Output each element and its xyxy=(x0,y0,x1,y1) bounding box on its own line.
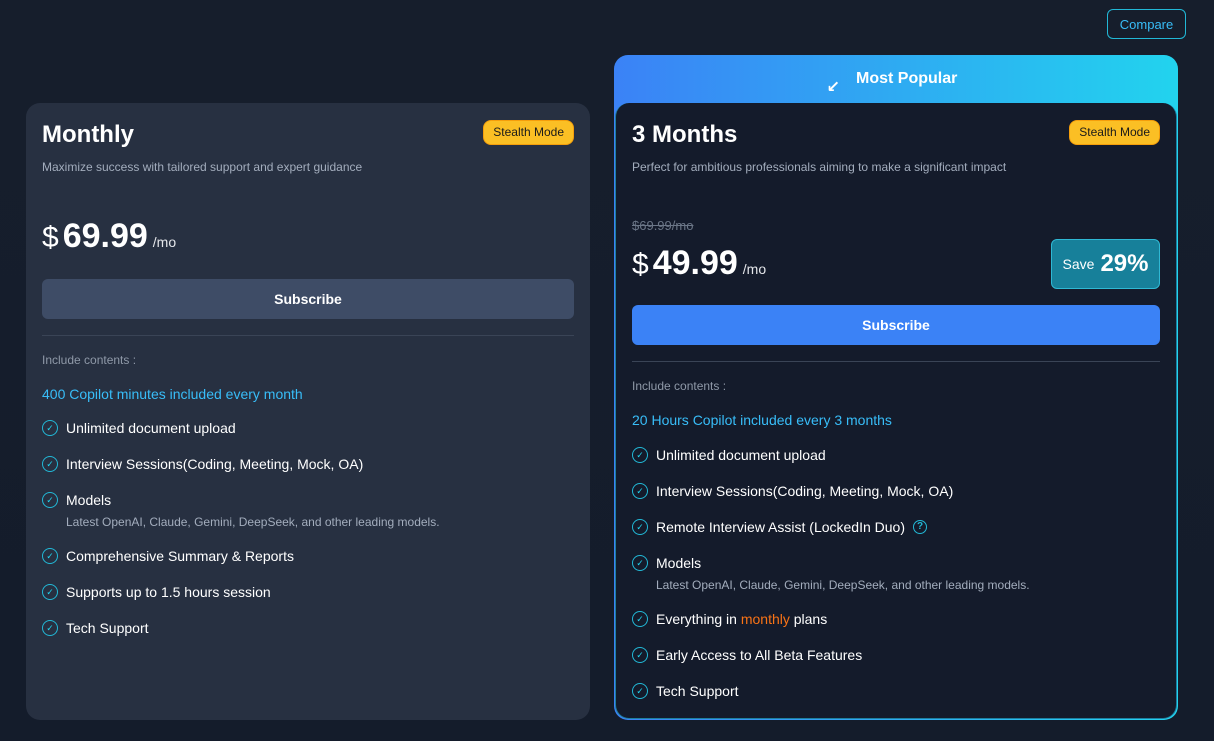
plan-description: Perfect for ambitious professionals aimi… xyxy=(632,160,1007,174)
check-icon: ✓ xyxy=(632,683,648,699)
feature-item: ✓ Tech Support xyxy=(42,620,149,636)
currency-symbol: $ xyxy=(42,221,59,254)
feature-text-part: Everything in xyxy=(656,611,741,627)
feature-item: ✓ Early Access to All Beta Features xyxy=(632,647,862,663)
feature-text: Remote Interview Assist (LockedIn Duo)? xyxy=(656,519,927,535)
feature-text: Early Access to All Beta Features xyxy=(656,647,863,663)
check-icon: ✓ xyxy=(42,584,58,600)
price-period: /mo xyxy=(742,261,767,277)
price: $ 49.99 /mo xyxy=(632,244,766,283)
price-amount: 49.99 xyxy=(652,244,738,282)
check-icon: ✓ xyxy=(42,620,58,636)
divider xyxy=(42,335,574,336)
check-icon: ✓ xyxy=(632,555,648,571)
stealth-mode-badge: Stealth Mode xyxy=(1069,120,1160,145)
feature-item: ✓ Supports up to 1.5 hours session xyxy=(42,584,271,600)
price-amount: 69.99 xyxy=(62,217,148,255)
check-icon: ✓ xyxy=(42,456,58,472)
feature-text: Unlimited document upload xyxy=(66,420,236,436)
feature-item: ✓ Interview Sessions(Coding, Meeting, Mo… xyxy=(42,456,363,472)
help-icon[interactable]: ? xyxy=(913,520,927,535)
ribbon-label: Most Popular xyxy=(856,70,958,87)
feature-label: Remote Interview Assist (LockedIn Duo) xyxy=(656,519,905,535)
check-icon: ✓ xyxy=(632,519,648,535)
plan-title: 3 Months xyxy=(632,121,738,148)
feature-text: Tech Support xyxy=(656,683,739,699)
save-badge: Save 29% xyxy=(1051,239,1160,289)
price: $ 69.99 /mo xyxy=(42,217,176,256)
divider xyxy=(632,361,1160,362)
check-icon: ✓ xyxy=(632,447,648,463)
check-icon: ✓ xyxy=(632,611,648,627)
subscribe-button[interactable]: Subscribe xyxy=(42,279,574,319)
feature-subtext: Latest OpenAI, Claude, Gemini, DeepSeek,… xyxy=(66,515,440,529)
plan-card-monthly: Monthly Stealth Mode Maximize success wi… xyxy=(26,103,590,720)
highlight-feature: 400 Copilot minutes included every month xyxy=(42,386,303,402)
curved-arrow-icon: ↙ xyxy=(826,79,841,96)
check-icon: ✓ xyxy=(42,492,58,508)
include-label: Include contents : xyxy=(42,353,137,367)
feature-item: ✓ Models Latest OpenAI, Claude, Gemini, … xyxy=(632,555,1030,592)
currency-symbol: $ xyxy=(632,248,649,281)
price-period: /mo xyxy=(152,234,177,250)
check-icon: ✓ xyxy=(632,647,648,663)
plan-title: Monthly xyxy=(42,121,134,148)
stealth-mode-badge: Stealth Mode xyxy=(483,120,574,145)
check-icon: ✓ xyxy=(42,420,58,436)
feature-subtext: Latest OpenAI, Claude, Gemini, DeepSeek,… xyxy=(656,578,1030,592)
plan-description: Maximize success with tailored support a… xyxy=(42,160,363,174)
check-icon: ✓ xyxy=(42,548,58,564)
save-label: Save xyxy=(1062,256,1095,272)
feature-item: ✓ Tech Support xyxy=(632,683,739,699)
feature-text: Tech Support xyxy=(66,620,149,636)
highlight-feature: 20 Hours Copilot included every 3 months xyxy=(632,412,892,428)
feature-text: Unlimited document upload xyxy=(656,447,826,463)
feature-item: ✓ Everything in monthly plans xyxy=(632,611,827,627)
feature-text: Comprehensive Summary & Reports xyxy=(66,548,294,564)
include-label: Include contents : xyxy=(632,379,727,393)
feature-item: ✓ Comprehensive Summary & Reports xyxy=(42,548,294,564)
feature-text: Interview Sessions(Coding, Meeting, Mock… xyxy=(656,483,954,499)
monthly-link: monthly xyxy=(740,611,790,627)
feature-item: ✓ Unlimited document upload xyxy=(632,447,826,463)
feature-text: Interview Sessions(Coding, Meeting, Mock… xyxy=(66,456,364,472)
feature-text: Models xyxy=(656,555,702,571)
feature-text: Models xyxy=(66,492,112,508)
feature-item: ✓ Unlimited document upload xyxy=(42,420,236,436)
feature-item: ✓ Remote Interview Assist (LockedIn Duo)… xyxy=(632,519,927,535)
plan-card-body: 3 Months Stealth Mode Perfect for ambiti… xyxy=(615,103,1177,719)
plan-card-3-months: ↙ Most Popular 3 Months Stealth Mode Per… xyxy=(614,55,1178,720)
feature-item: ✓ Models Latest OpenAI, Claude, Gemini, … xyxy=(42,492,440,529)
feature-text: Everything in monthly plans xyxy=(656,611,827,627)
save-percent: 29% xyxy=(1100,250,1149,277)
check-icon: ✓ xyxy=(632,483,648,499)
most-popular-ribbon: ↙ Most Popular xyxy=(614,55,1178,103)
subscribe-button[interactable]: Subscribe xyxy=(632,305,1160,345)
feature-item: ✓ Interview Sessions(Coding, Meeting, Mo… xyxy=(632,483,953,499)
compare-button[interactable]: Compare xyxy=(1107,9,1186,39)
original-price: $69.99/mo xyxy=(632,218,694,233)
feature-text: Supports up to 1.5 hours session xyxy=(66,584,271,600)
feature-text-part: plans xyxy=(789,611,828,627)
